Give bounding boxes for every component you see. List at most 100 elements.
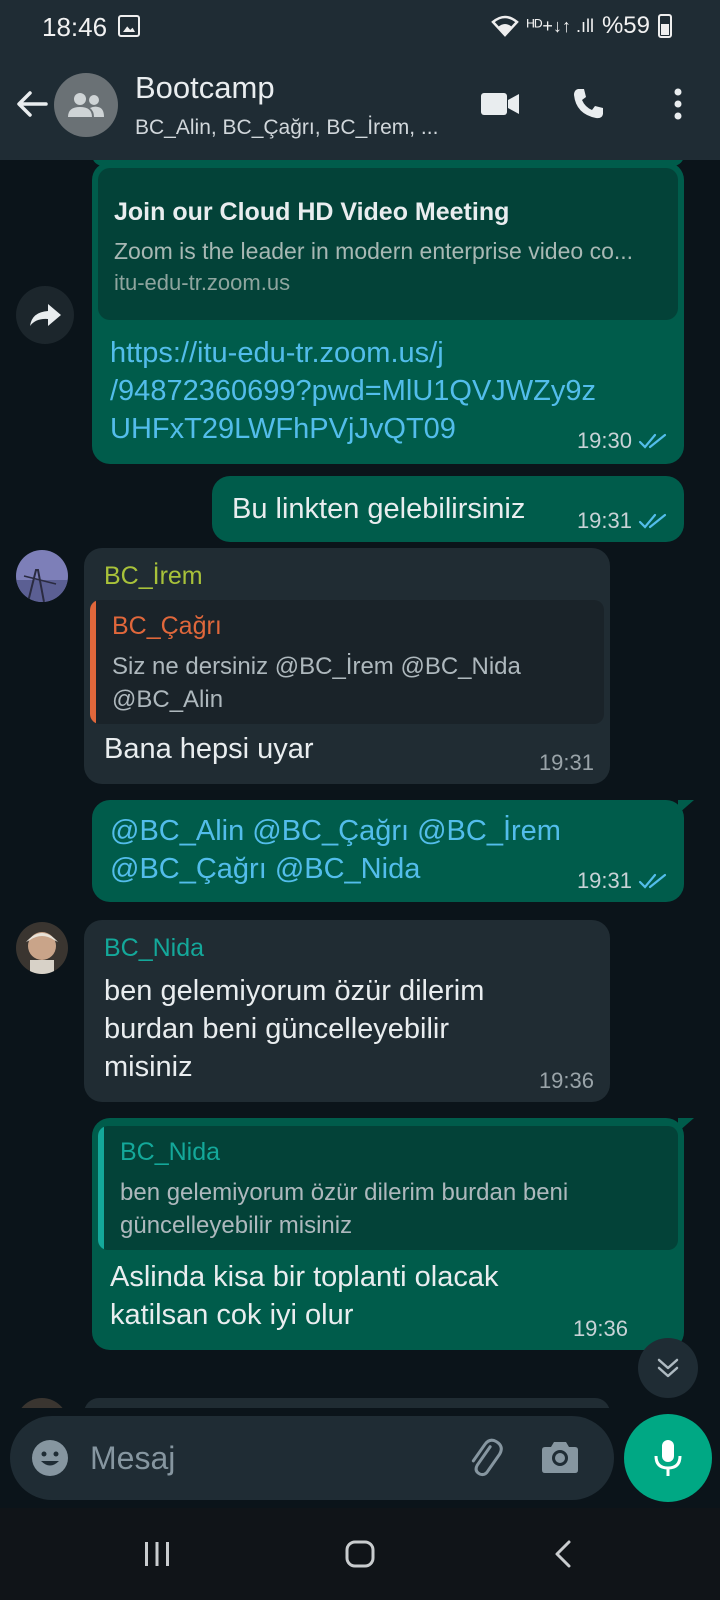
quoted-text-line: Siz ne dersiniz @BC_İrem @BC_Nida bbox=[112, 653, 521, 680]
battery-percent: %59 bbox=[601, 12, 650, 39]
mention-line[interactable]: @BC_Alin @BC_Çağrı @BC_İrem bbox=[110, 812, 561, 850]
paperclip-icon[interactable] bbox=[462, 1436, 506, 1480]
emoji-icon[interactable] bbox=[28, 1436, 72, 1480]
chat-title[interactable]: Bootcamp bbox=[135, 70, 275, 106]
message-text-line: ben gelemiyorum özür dilerim bbox=[104, 975, 485, 1007]
message-text-line: misiniz bbox=[104, 1051, 193, 1083]
link-preview-card[interactable]: Join our Cloud HD Video Meeting Zoom is … bbox=[98, 168, 678, 320]
message-bubble-incoming[interactable]: BC_İrem BC_Çağrı Siz ne dersiniz @BC_İre… bbox=[84, 548, 610, 784]
message-text: Bu linkten gelebilirsiniz bbox=[232, 493, 526, 525]
message-meta: 19:36 bbox=[573, 1316, 628, 1342]
back-arrow-icon[interactable] bbox=[12, 84, 52, 124]
message-time: 19:31 bbox=[576, 508, 632, 533]
url-line[interactable]: https://itu-edu-tr.zoom.us/j bbox=[110, 334, 596, 372]
message-time: 19:36 bbox=[538, 1068, 594, 1093]
read-receipt-icon bbox=[638, 873, 667, 889]
sender-avatar-partial bbox=[16, 1398, 68, 1408]
video-camera-icon bbox=[481, 93, 519, 115]
message-bubble-reply[interactable]: BC_Nida ben gelemiyorum özür dilerim bur… bbox=[92, 1118, 694, 1350]
message-input[interactable]: Mesaj bbox=[10, 1416, 614, 1500]
group-icon bbox=[68, 93, 104, 117]
message-time: 19:31 bbox=[576, 868, 632, 893]
message-time: 19:36 bbox=[572, 1316, 628, 1341]
quoted-text-line: ben gelemiyorum özür dilerim burdan beni bbox=[120, 1179, 569, 1206]
message-placeholder[interactable]: Mesaj bbox=[90, 1440, 175, 1477]
sender-avatar-nida[interactable] bbox=[16, 922, 68, 974]
quote-bar bbox=[98, 1126, 104, 1250]
message-meta: 19:30 bbox=[577, 428, 668, 454]
message-time: 19:31 bbox=[538, 750, 594, 775]
url-line[interactable]: /94872360699?pwd=MlU1QVJWZy9z bbox=[110, 372, 596, 410]
chevron-left-icon bbox=[555, 1540, 571, 1568]
quoted-text-line: güncelleyebilir misiniz bbox=[120, 1212, 353, 1239]
microphone-icon bbox=[654, 1440, 682, 1476]
message-bubble-link[interactable]: Join our Cloud HD Video Meeting Zoom is … bbox=[92, 162, 684, 464]
forward-arrow-icon bbox=[30, 304, 61, 326]
message-text-line: burdan beni güncelleyebilir bbox=[104, 1013, 450, 1045]
message-text-line: Aslinda kisa bir toplanti olacak bbox=[110, 1261, 499, 1293]
link-preview-description: Zoom is the leader in modern enterprise … bbox=[114, 238, 634, 264]
video-call-button[interactable] bbox=[478, 82, 522, 126]
message-bubble[interactable]: Bu linkten gelebilirsiniz 19:31 bbox=[212, 476, 684, 542]
voice-message-button[interactable] bbox=[624, 1414, 712, 1502]
status-indicators: ᴴᴰ+↓↑ .ıll %59 bbox=[490, 12, 672, 40]
quoted-text: Siz ne dersiniz @BC_İrem @BC_Nida @BC_Al… bbox=[112, 650, 521, 716]
double-chevron-down-icon bbox=[657, 1358, 679, 1378]
scroll-to-bottom-button[interactable] bbox=[638, 1338, 698, 1398]
message-text: Bana hepsi uyar bbox=[104, 733, 314, 765]
message-text-mentions[interactable]: @BC_Alin @BC_Çağrı @BC_İrem @BC_Çağrı @B… bbox=[110, 812, 561, 888]
recent-apps-icon bbox=[145, 1542, 169, 1566]
home-button[interactable] bbox=[335, 1532, 385, 1576]
quote-bar bbox=[90, 600, 96, 724]
battery-icon bbox=[658, 14, 672, 38]
message-meta: 19:31 bbox=[539, 750, 594, 776]
message-composer: Mesaj bbox=[0, 1408, 720, 1508]
message-bubble-incoming[interactable]: BC_Nida ben gelemiyorum özür dilerim bur… bbox=[84, 920, 610, 1102]
kebab-menu-icon bbox=[674, 88, 682, 120]
bubble-tail bbox=[678, 800, 694, 814]
system-navigation-bar bbox=[0, 1508, 720, 1600]
quoted-text: ben gelemiyorum özür dilerim burdan beni… bbox=[120, 1176, 568, 1242]
quoted-sender-name: BC_Nida bbox=[120, 1138, 221, 1166]
recent-apps-button[interactable] bbox=[132, 1532, 182, 1576]
quoted-text-line: @BC_Alin bbox=[112, 686, 224, 713]
chat-participants[interactable]: BC_Alin, BC_Çağrı, BC_İrem, ... bbox=[135, 116, 438, 140]
wifi-icon bbox=[490, 15, 519, 37]
sender-avatar-irem[interactable] bbox=[16, 550, 68, 602]
url-line[interactable]: UHFxT29LWFhPVjJvQT09 bbox=[110, 410, 596, 448]
message-time: 19:30 bbox=[576, 428, 632, 453]
status-time: 18:46 bbox=[42, 12, 108, 42]
mention-line[interactable]: @BC_Çağrı @BC_Nida bbox=[110, 850, 561, 888]
message-text: Aslinda kisa bir toplanti olacak katilsa… bbox=[110, 1258, 498, 1334]
gallery-notification-icon bbox=[118, 15, 140, 37]
message-meta: 19:36 bbox=[539, 1068, 594, 1094]
bubble-tail bbox=[678, 1118, 694, 1132]
home-icon bbox=[345, 1540, 375, 1568]
message-list[interactable]: Join our Cloud HD Video Meeting Zoom is … bbox=[0, 160, 720, 1408]
message-meta: 19:31 bbox=[577, 508, 668, 534]
system-back-button[interactable] bbox=[538, 1532, 588, 1576]
link-preview-domain: itu-edu-tr.zoom.us bbox=[114, 270, 291, 295]
camera-icon[interactable] bbox=[538, 1436, 582, 1480]
message-text-line: katilsan cok iyi olur bbox=[110, 1299, 354, 1331]
message-text: ben gelemiyorum özür dilerim burdan beni… bbox=[104, 972, 484, 1086]
message-link-url[interactable]: https://itu-edu-tr.zoom.us/j /9487236069… bbox=[110, 334, 596, 448]
quoted-message[interactable]: BC_Nida ben gelemiyorum özür dilerim bur… bbox=[98, 1126, 678, 1250]
forward-button[interactable] bbox=[16, 286, 74, 344]
network-indicators: ᴴᴰ+↓↑ .ıll bbox=[526, 15, 594, 36]
more-options-button[interactable] bbox=[656, 82, 700, 126]
read-receipt-icon bbox=[638, 433, 667, 449]
sender-name[interactable]: BC_İrem bbox=[104, 562, 203, 591]
phone-icon bbox=[574, 89, 603, 119]
quoted-message[interactable]: BC_Çağrı Siz ne dersiniz @BC_İrem @BC_Ni… bbox=[90, 600, 604, 724]
link-preview-title: Join our Cloud HD Video Meeting bbox=[114, 198, 510, 226]
group-avatar[interactable] bbox=[54, 73, 118, 137]
quoted-sender-name: BC_Çağrı bbox=[112, 612, 222, 640]
message-meta: 19:31 bbox=[577, 868, 668, 894]
status-bar: 18:46 ᴴᴰ+↓↑ .ıll %59 bbox=[0, 0, 720, 52]
sender-name[interactable]: BC_Nida bbox=[104, 934, 204, 963]
read-receipt-icon bbox=[638, 513, 667, 529]
chat-header: Bootcamp BC_Alin, BC_Çağrı, BC_İrem, ... bbox=[0, 52, 720, 160]
message-bubble[interactable]: @BC_Alin @BC_Çağrı @BC_İrem @BC_Çağrı @B… bbox=[92, 800, 694, 902]
voice-call-button[interactable] bbox=[566, 82, 610, 126]
